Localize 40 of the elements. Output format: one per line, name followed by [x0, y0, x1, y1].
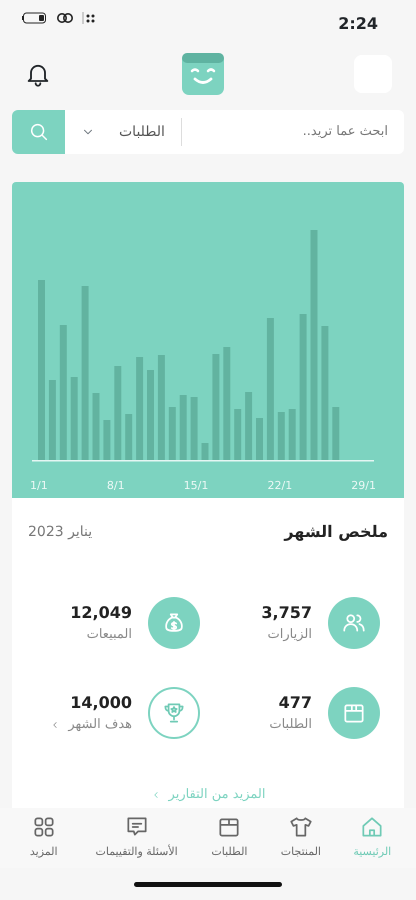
- chart-bar: [245, 392, 252, 460]
- period-label: يناير 2023: [28, 522, 92, 542]
- search-button[interactable]: [12, 110, 65, 154]
- chart-bar: [125, 414, 132, 460]
- stat-label: المبيعات: [86, 626, 132, 644]
- stat-label: الطلبات: [269, 716, 312, 734]
- section-title: ملخص الشهر: [284, 521, 388, 543]
- chart-bar: [202, 443, 208, 460]
- axis-label: 8/1: [106, 478, 125, 494]
- chart-bar: [234, 409, 242, 460]
- stat-value: 14,000: [69, 692, 132, 714]
- chart-bar: [92, 393, 100, 460]
- signal-icon: [82, 12, 96, 24]
- chart-bar: [180, 395, 187, 460]
- battery-icon: [22, 12, 48, 24]
- stat-link[interactable]: هدف الشهر: [50, 715, 132, 735]
- chart-bar: [103, 420, 110, 460]
- nav-tab[interactable]: الأسئلة والتقييمات: [79, 814, 194, 868]
- category-dropdown[interactable]: الطلبات: [65, 110, 181, 154]
- search-field[interactable]: ابحث عما تريد..: [182, 110, 404, 154]
- nav-tab[interactable]: الطلبات: [194, 814, 266, 868]
- nav-tab[interactable]: المزيد: [8, 814, 80, 868]
- chart-bar: [256, 418, 263, 460]
- chart-bar: [190, 397, 198, 460]
- axis-label: 29/1: [351, 478, 376, 494]
- link-icon: [56, 12, 74, 24]
- stat-value: 3,757: [261, 602, 312, 624]
- stat-value: 12,049: [70, 602, 132, 624]
- chart-bar: [168, 407, 176, 460]
- axis-label: 22/1: [267, 478, 292, 494]
- chart-bar: [278, 412, 285, 460]
- nav-tab[interactable]: المنتجات: [265, 814, 337, 868]
- smiling-box-logo: [182, 53, 224, 95]
- axis-label: 15/1: [184, 478, 208, 494]
- stat-label: الزيارات: [266, 626, 312, 644]
- chart-bar: [288, 409, 296, 460]
- clock: 2:24: [338, 13, 378, 35]
- axis-label: 1/1: [30, 478, 48, 494]
- stat-value: 477: [278, 692, 312, 714]
- chart-bar: [332, 407, 340, 460]
